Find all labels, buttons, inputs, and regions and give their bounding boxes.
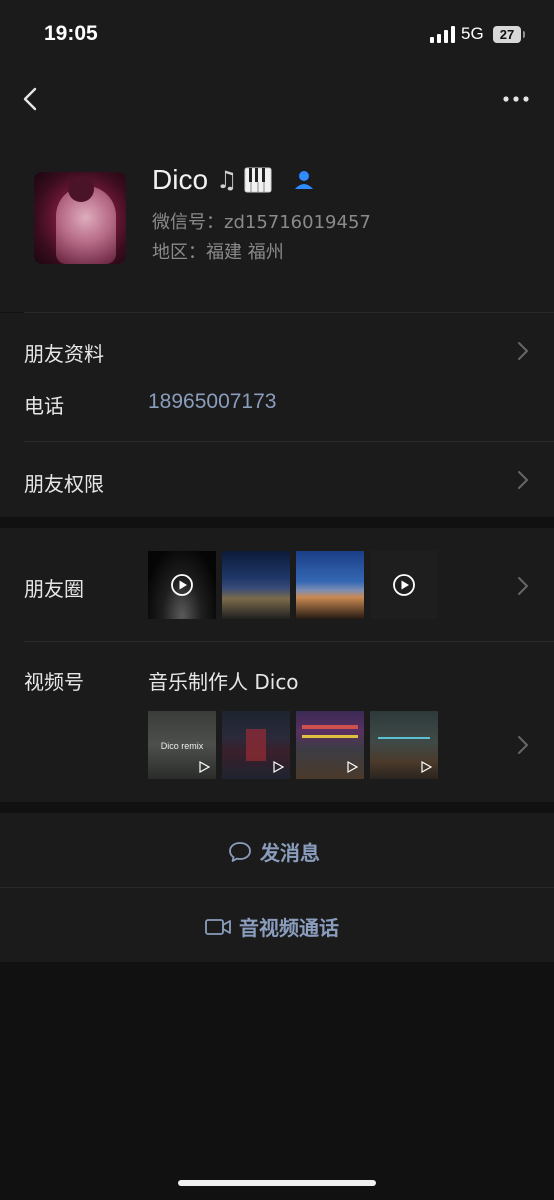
video-graphic (302, 735, 358, 738)
moments-label[interactable]: 朋友圈 (24, 573, 84, 602)
channel-video-thumb[interactable] (222, 711, 290, 779)
play-icon (273, 761, 284, 773)
music-note-icon: ♫ (216, 166, 238, 194)
play-icon (421, 761, 432, 773)
status-bar: 19:05 5G 27 (0, 0, 554, 70)
piano-icon (244, 167, 272, 193)
play-icon (199, 761, 210, 773)
friend-badge-icon (295, 171, 313, 189)
friend-permissions-row[interactable]: 朋友权限 (24, 468, 104, 497)
play-icon (171, 574, 193, 596)
video-graphic (302, 725, 358, 729)
battery-icon: 27 (493, 26, 521, 43)
video-call-button[interactable]: 音视频通话 (0, 888, 554, 962)
avatar-head (68, 176, 94, 202)
divider (24, 641, 554, 642)
video-call-label: 音视频通话 (239, 916, 339, 940)
chevron-left-icon[interactable] (16, 84, 46, 114)
phone-number[interactable]: 18965007173 (148, 390, 276, 414)
friend-profile-row[interactable]: 朋友资料 (24, 338, 104, 367)
nickname-icons: ♫ (216, 166, 272, 194)
moments-thumb[interactable] (370, 551, 438, 619)
chevron-right-icon (518, 471, 528, 489)
divider (24, 441, 554, 442)
region: 地区：福建 福州 (152, 242, 284, 263)
nav-bar (0, 70, 554, 128)
avatar[interactable] (34, 172, 126, 264)
channel-name[interactable]: 音乐制作人 Dico (148, 666, 299, 695)
send-message-label: 发消息 (260, 841, 320, 865)
channel-video-thumb[interactable] (370, 711, 438, 779)
chevron-right-icon (518, 342, 528, 360)
signal-icon (430, 26, 456, 43)
video-camera-icon (205, 918, 231, 935)
wechat-id: 微信号：zd15716019457 (152, 212, 371, 233)
send-message-button[interactable]: 发消息 (0, 813, 554, 887)
divider (24, 312, 554, 313)
video-caption: Dico remix (160, 741, 204, 751)
moments-thumb[interactable] (296, 551, 364, 619)
network-type: 5G (461, 24, 484, 43)
home-indicator[interactable] (178, 1180, 376, 1186)
play-icon (393, 574, 415, 596)
channel-video-thumb[interactable]: Dico remix (148, 711, 216, 779)
video-graphic (378, 737, 430, 739)
play-icon (347, 761, 358, 773)
phone-label: 电话 (24, 394, 64, 418)
moments-thumb[interactable] (222, 551, 290, 619)
more-dots-icon[interactable] (496, 84, 536, 114)
chevron-right-icon (518, 736, 528, 754)
chat-bubble-icon (229, 841, 251, 862)
status-time: 19:05 (44, 22, 98, 45)
nickname: Dico (152, 164, 209, 195)
channels-label[interactable]: 视频号 (24, 666, 84, 695)
battery-tip (523, 31, 525, 38)
video-graphic (246, 729, 266, 761)
chevron-right-icon (518, 577, 528, 595)
channel-video-thumb[interactable] (296, 711, 364, 779)
moments-thumb[interactable] (148, 551, 216, 619)
